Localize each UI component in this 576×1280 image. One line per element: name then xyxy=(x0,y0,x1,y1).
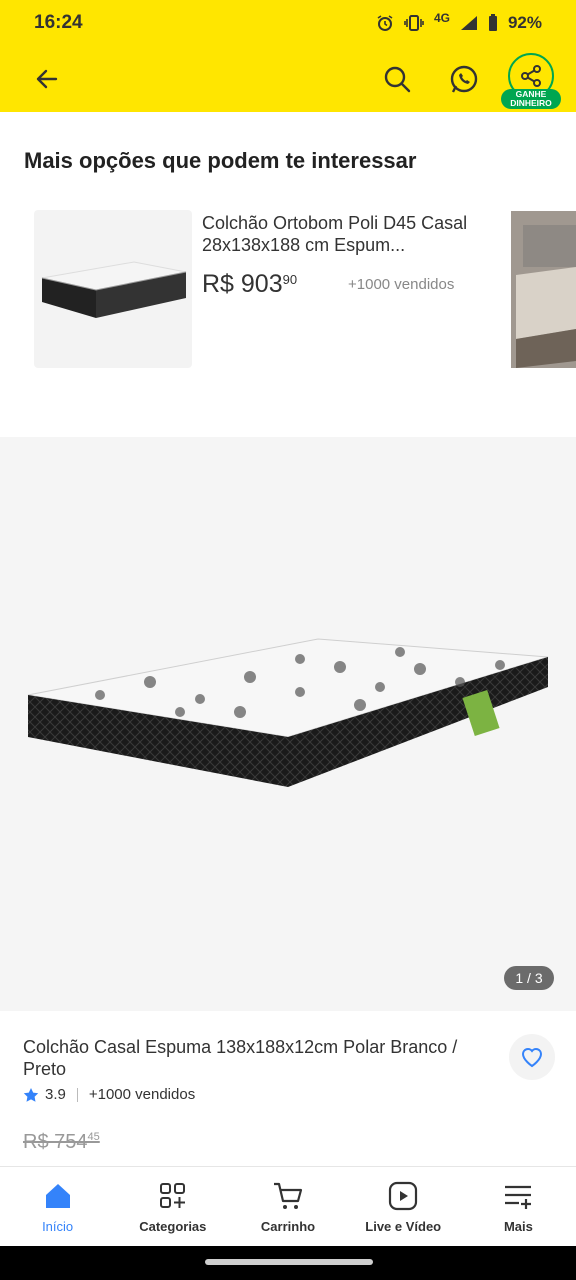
share-icon xyxy=(521,65,541,87)
original-price-cents: 45 xyxy=(87,1131,100,1143)
rating-value: 3.9 xyxy=(45,1086,66,1103)
whatsapp-icon[interactable] xyxy=(446,62,482,98)
earn-badge-line2: DINHEIRO xyxy=(510,98,552,108)
bottom-tab-bar: Início Categorias Carrinho Live e Vídeo … xyxy=(0,1166,576,1246)
original-price: R$ 75445 xyxy=(23,1131,100,1154)
recommendation-card[interactable]: Colchão Ortobom Poli D45 Casal 28x138x18… xyxy=(34,210,504,370)
status-icons: 4G 92% xyxy=(376,11,542,33)
battery-icon xyxy=(488,14,497,31)
product-image-gallery[interactable]: 1 / 3 xyxy=(0,437,576,1011)
product-title: Colchão Casal Espuma 138x188x12cm Polar … xyxy=(23,1037,458,1079)
rating-divider xyxy=(76,1087,78,1102)
cart-icon xyxy=(274,1182,303,1209)
product-image xyxy=(27,638,549,787)
gallery-pager: 1 / 3 xyxy=(504,966,554,990)
rating-row[interactable]: 3.9 +1000 vendidos xyxy=(23,1086,195,1103)
back-arrow-icon[interactable] xyxy=(30,62,64,96)
recommendation-price: R$ 90390 xyxy=(202,270,297,299)
tab-mais[interactable]: Mais xyxy=(461,1167,576,1246)
star-icon xyxy=(23,1087,39,1102)
status-time: 16:24 xyxy=(34,12,83,33)
recommendation-title: Colchão Ortobom Poli D45 Casal 28x138x18… xyxy=(202,213,468,255)
menu-plus-icon xyxy=(505,1185,532,1209)
alarm-icon xyxy=(377,15,393,31)
home-icon xyxy=(45,1184,70,1208)
categories-icon xyxy=(159,1183,185,1208)
signal-icon xyxy=(460,16,477,30)
system-navigation-bar xyxy=(0,1246,576,1280)
tab-categorias[interactable]: Categorias xyxy=(115,1167,230,1246)
earn-money-badge[interactable]: GANHE DINHEIRO xyxy=(501,89,561,109)
recommendation-price-int: R$ 903 xyxy=(202,270,283,298)
battery-percent: 92% xyxy=(507,13,542,32)
tab-label: Live e Vídeo xyxy=(365,1219,442,1234)
status-bar: 16:24 4G 92% xyxy=(0,0,576,46)
tab-label: Início xyxy=(42,1219,74,1234)
next-recommendation-image[interactable] xyxy=(511,211,576,368)
recommendation-image xyxy=(34,210,192,368)
vibrate-icon xyxy=(404,15,424,31)
tab-carrinho[interactable]: Carrinho xyxy=(230,1167,345,1246)
recommendation-sold: +1000 vendidos xyxy=(348,276,455,293)
heart-icon xyxy=(521,1048,543,1068)
home-gesture-pill[interactable] xyxy=(205,1259,373,1265)
favorite-button[interactable] xyxy=(509,1034,555,1080)
tab-live-video[interactable]: Live e Vídeo xyxy=(346,1167,461,1246)
network-type: 4G xyxy=(433,11,450,25)
tab-inicio[interactable]: Início xyxy=(0,1167,115,1246)
recommendations-title: Mais opções que podem te interessar xyxy=(24,148,417,173)
tab-label: Categorias xyxy=(139,1219,207,1234)
recommendation-price-cents: 90 xyxy=(282,272,298,287)
original-price-int: R$ 754 xyxy=(23,1131,88,1153)
product-sold: +1000 vendidos xyxy=(88,1086,196,1103)
search-icon[interactable] xyxy=(380,62,414,96)
video-icon xyxy=(389,1181,418,1211)
app-header: GANHE DINHEIRO xyxy=(0,46,576,112)
tab-label: Mais xyxy=(503,1219,533,1234)
tab-label: Carrinho xyxy=(260,1219,316,1234)
